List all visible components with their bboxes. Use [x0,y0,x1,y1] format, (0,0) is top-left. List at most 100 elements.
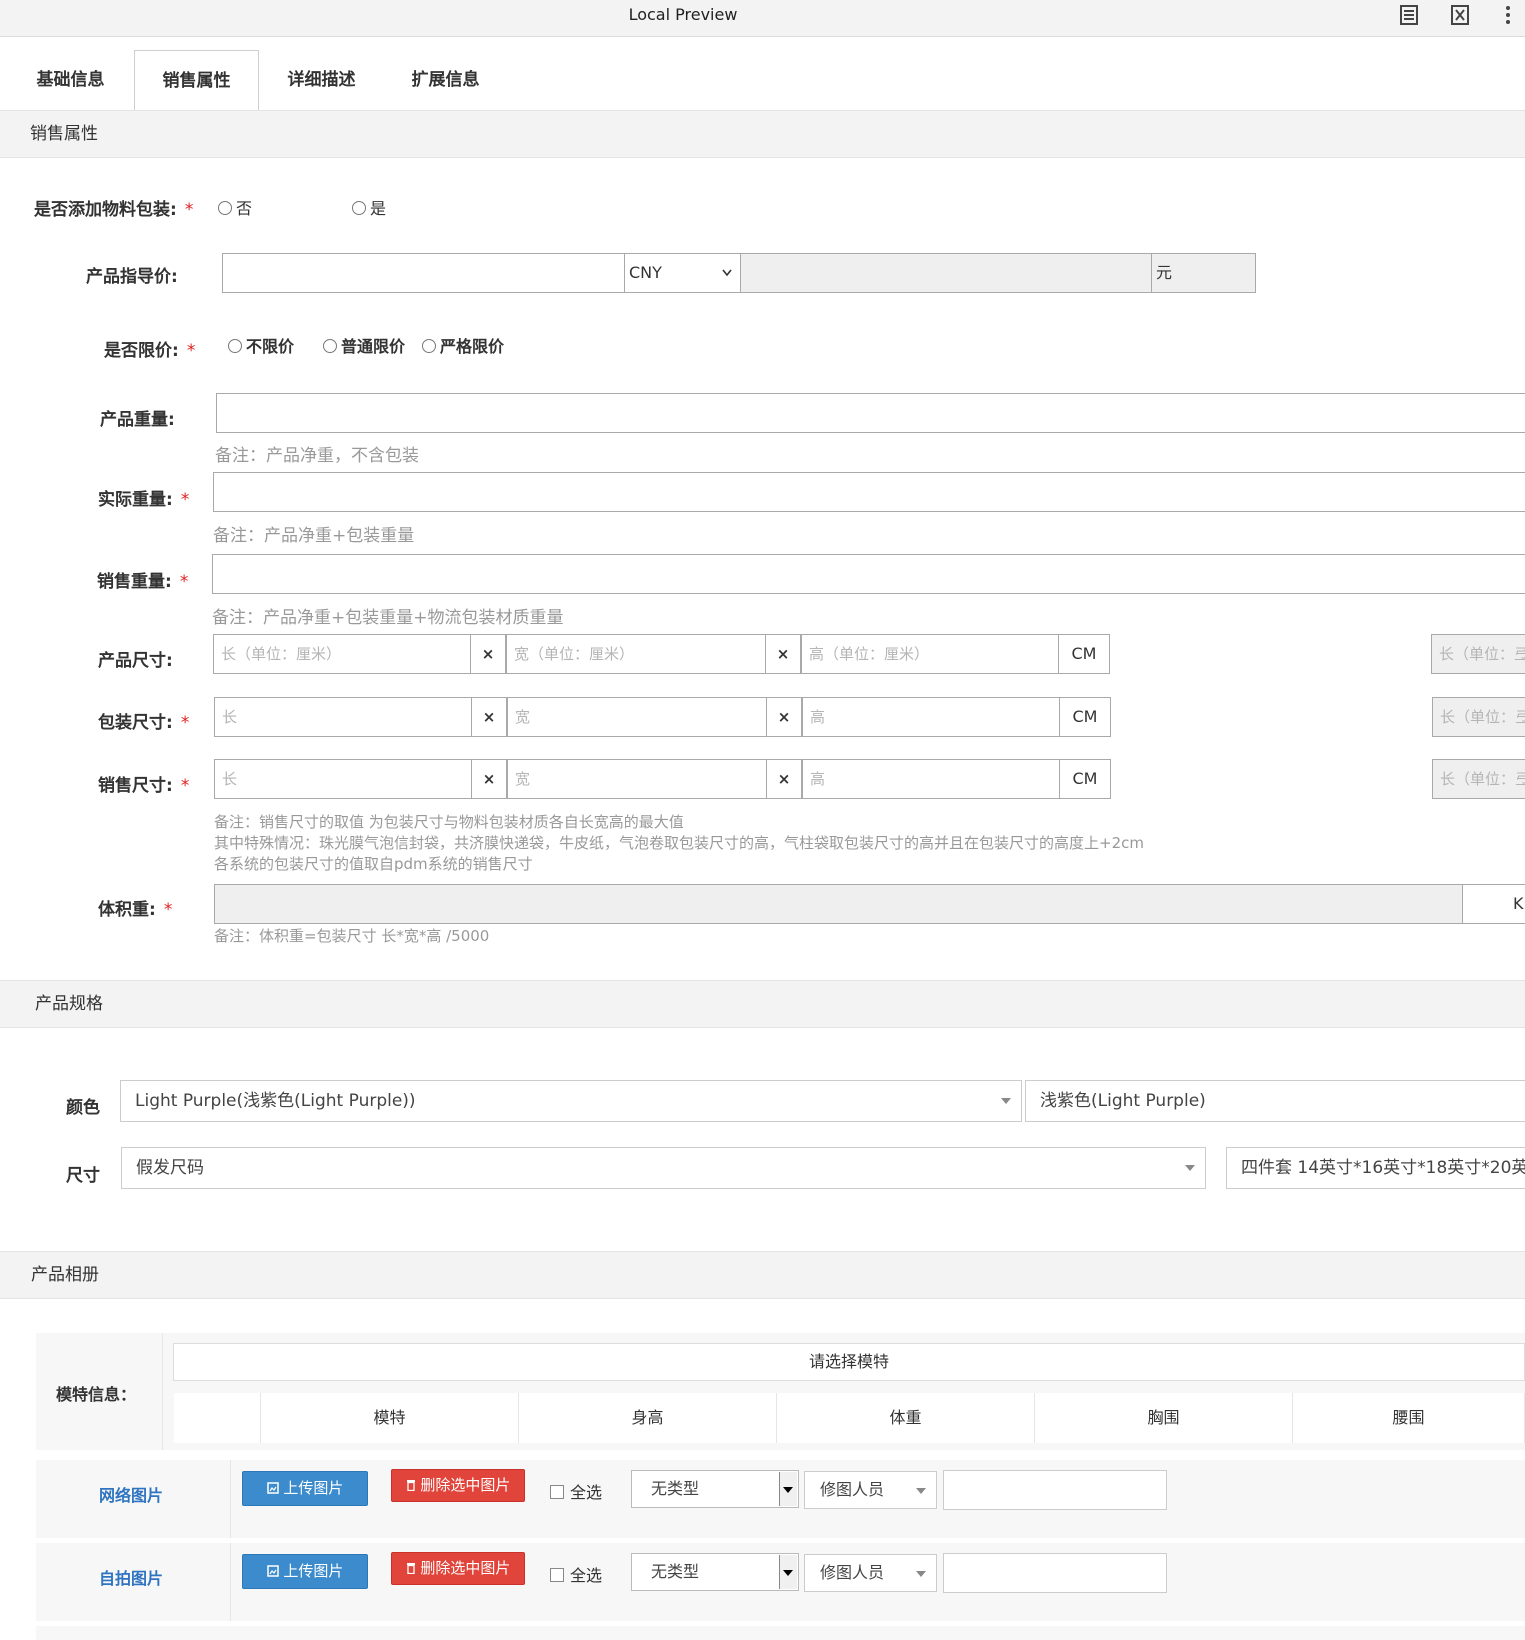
pack-height-input[interactable]: 高 [802,697,1060,737]
no-limit-radio[interactable]: 不限价 [228,333,294,357]
section-sales-attributes: 销售属性 [0,110,1525,158]
pack-size-side-input[interactable]: 长（单位：弖 [1432,697,1525,737]
strict-limit-radio[interactable]: 严格限价 [422,333,504,357]
times-symbol: × [765,634,801,674]
size-select[interactable]: 假发尺码 [121,1147,1206,1189]
color-extra-field[interactable]: 浅紫色(Light Purple) [1025,1080,1525,1122]
row-divider [230,1460,231,1538]
times-symbol: × [470,634,506,674]
size-note-line-1: 备注：销售尺寸的取值 为包装尺寸与物料包装材质各自长宽高的最大值 [214,813,684,831]
material-pack-yes-radio[interactable]: 是 [352,195,386,219]
product-height-input[interactable]: 高（单位：厘米） [801,634,1059,674]
material-pack-label: 是否添加物料包装: * [34,200,194,220]
tab-extended-info[interactable]: 扩展信息 [383,50,508,111]
sale-width-input[interactable]: 宽 [507,759,767,799]
caret-down-icon [916,1488,926,1494]
trash-icon [406,1563,415,1575]
size-extra-field[interactable]: 四件套 14英寸*16英寸*18英寸*20英 [1226,1147,1525,1189]
product-weight-input[interactable] [216,393,1525,433]
upload-image-button[interactable]: 上传图片 [242,1554,368,1589]
tab-detail-description[interactable]: 详细描述 [259,50,384,111]
product-width-input[interactable]: 宽（单位：厘米） [506,634,766,674]
editor-select[interactable]: 修图人员 [804,1471,937,1509]
product-size-label: 产品尺寸: [98,651,173,671]
pack-width-input[interactable]: 宽 [507,697,767,737]
window-titlebar: Local Preview [0,0,1525,37]
upload-image-button[interactable]: 上传图片 [242,1471,368,1506]
pack-size-unit: CM [1059,697,1111,737]
volume-weight-field [214,884,1463,924]
sale-size-label: 销售尺寸: * [98,776,190,796]
image-row-text-input[interactable] [943,1553,1167,1593]
section-product-album: 产品相册 [0,1251,1525,1299]
product-weight-note: 备注：产品净重，不含包装 [215,446,419,466]
tab-basic-info[interactable]: 基础信息 [8,50,133,111]
times-symbol: × [766,697,802,737]
volume-weight-unit: K [1462,884,1525,924]
selfie-image-label[interactable]: 自拍图片 [99,1565,163,1589]
document-icon[interactable] [1398,4,1420,26]
color-label: 颜色 [66,1098,100,1118]
editor-select[interactable]: 修图人员 [804,1554,937,1592]
pack-length-input[interactable]: 长 [214,697,472,737]
window-title: Local Preview [628,5,738,24]
actual-weight-note: 备注：产品净重+包装重量 [213,526,415,546]
image-type-select[interactable]: 无类型 [631,1470,799,1508]
model-table-header-chest: 胸围 [1035,1393,1293,1443]
more-vertical-icon[interactable] [1503,4,1513,26]
color-select[interactable]: Light Purple(浅紫色(Light Purple)) [120,1080,1022,1122]
select-model-field[interactable]: 请选择模特 [173,1343,1525,1381]
price-limit-label: 是否限价: * [104,341,196,361]
model-table-header-model: 模特 [261,1393,519,1443]
model-table-header-blank [174,1393,261,1443]
guide-price-input[interactable] [222,253,625,293]
model-info-label: 模特信息： [56,1385,137,1404]
sale-weight-input[interactable] [212,554,1525,594]
panel-divider [162,1333,163,1450]
product-weight-label: 产品重量: [100,410,175,430]
product-size-side-input[interactable]: 长（单位：弖 [1431,634,1525,674]
trash-icon [406,1480,415,1492]
section-product-spec: 产品规格 [0,980,1525,1028]
caret-down-icon [1185,1165,1195,1171]
image-icon [266,1565,279,1577]
product-length-input[interactable]: 长（单位：厘米） [213,634,471,674]
guide-price-label: 产品指导价: [86,267,178,287]
row-divider [230,1543,231,1621]
image-row-text-input[interactable] [943,1470,1167,1510]
product-size-unit: CM [1058,634,1110,674]
normal-limit-radio[interactable]: 普通限价 [323,333,405,357]
caret-down-icon [783,1570,793,1576]
converted-price-field [740,253,1152,293]
sale-size-side-input[interactable]: 长（单位：弖 [1432,759,1525,799]
delete-selected-images-button[interactable]: 删除选中图片 [391,1552,525,1585]
volume-weight-label: 体积重: * [98,900,173,920]
actual-weight-label: 实际重量: * [98,490,190,510]
image-type-select[interactable]: 无类型 [631,1553,799,1591]
network-image-label[interactable]: 网络图片 [99,1482,163,1506]
currency-select[interactable]: CNY [624,253,741,293]
caret-down-icon [783,1487,793,1493]
chevron-down-icon [722,269,732,277]
excel-icon[interactable] [1449,4,1471,26]
size-note-line-3: 各系统的包装尺寸的值取自pdm系统的销售尺寸 [214,855,533,873]
model-table-header-weight: 体重 [777,1393,1035,1443]
select-all-checkbox[interactable]: 全选 [550,1562,602,1586]
actual-weight-input[interactable] [213,472,1525,512]
caret-down-icon [1001,1098,1011,1104]
times-symbol: × [766,759,802,799]
material-pack-no-radio[interactable]: 否 [218,195,252,219]
sale-size-unit: CM [1059,759,1111,799]
sale-height-input[interactable]: 高 [802,759,1060,799]
delete-selected-images-button[interactable]: 删除选中图片 [391,1469,525,1502]
volume-weight-note: 备注：体积重=包装尺寸 长*宽*高 /5000 [214,927,490,945]
sale-length-input[interactable]: 长 [214,759,472,799]
model-table-header-waist: 腰围 [1293,1393,1525,1443]
select-all-checkbox[interactable]: 全选 [550,1479,602,1503]
pack-size-label: 包装尺寸: * [98,713,190,733]
image-row-partial [36,1626,1525,1640]
caret-down-icon [916,1571,926,1577]
tab-sales-attributes[interactable]: 销售属性 [134,50,259,112]
tab-bar: 基础信息 销售属性 详细描述 扩展信息 [0,37,1525,112]
sale-weight-label: 销售重量: * [97,572,189,592]
